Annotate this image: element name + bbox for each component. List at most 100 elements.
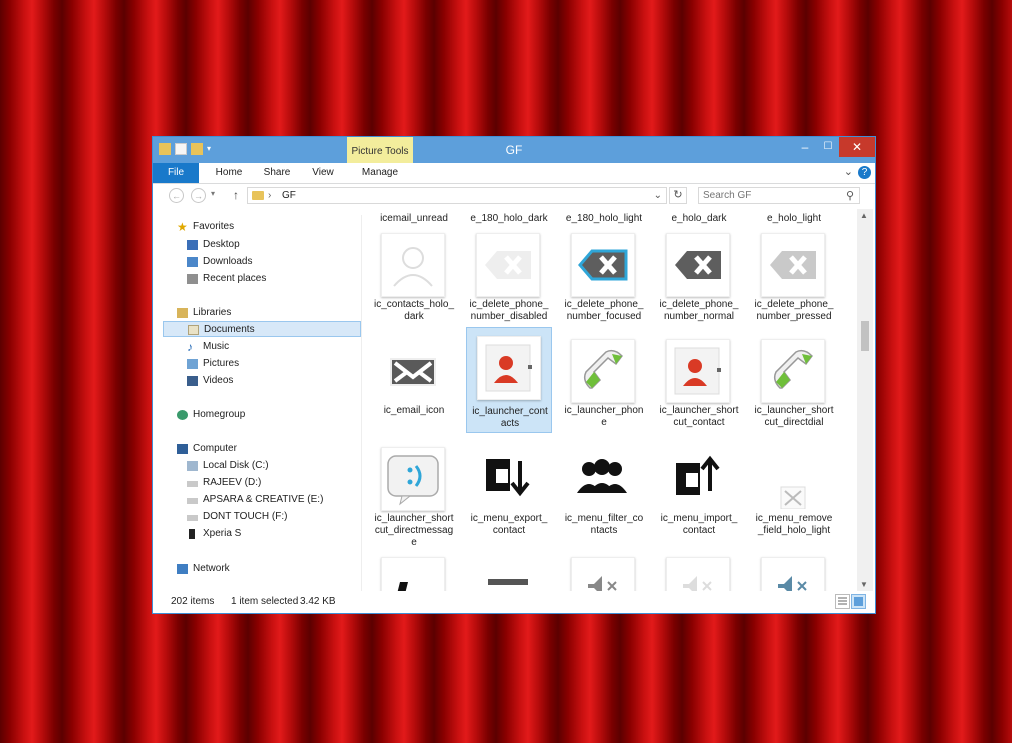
direct-message-icon xyxy=(381,447,445,511)
nav-documents[interactable]: Documents xyxy=(163,321,361,337)
file-name: ic_menu_import_ contact xyxy=(660,513,738,536)
nav-homegroup[interactable]: Homegroup xyxy=(177,407,361,423)
nav-local-disk-c[interactable]: Local Disk (C:) xyxy=(187,458,361,474)
file-name: ic_contacts_holo_ dark xyxy=(373,299,455,322)
file-item[interactable]: ic_launcher_short cut_directmessag e xyxy=(371,445,457,555)
scroll-up-icon[interactable]: ▲ xyxy=(860,211,868,220)
nav-apsara-e[interactable]: APSARA & CREATIVE (E:) xyxy=(187,492,361,508)
tab-manage[interactable]: Manage xyxy=(347,163,413,183)
nav-pictures[interactable]: Pictures xyxy=(187,356,361,372)
back-button[interactable]: ← xyxy=(169,188,184,203)
export-contact-icon xyxy=(476,447,540,511)
nav-favorites[interactable]: ★ Favorites xyxy=(177,219,361,235)
search-box[interactable]: ⚲ xyxy=(698,187,860,204)
file-item[interactable]: ic_menu_import_ contact xyxy=(656,445,742,555)
file-item-selected[interactable]: ic_launcher_cont acts xyxy=(466,327,552,433)
minimize-button[interactable]: – xyxy=(793,137,817,157)
refresh-button[interactable]: ↻ xyxy=(669,187,687,204)
file-item[interactable]: ic_delete_phone_ number_normal xyxy=(656,231,742,327)
file-item[interactable]: ic_delete_phone_ number_disabled xyxy=(466,231,552,327)
desktop-background: { "window": { "title": "GF", "contextual… xyxy=(0,0,1012,743)
address-bar: ← → ▾ ↑ › GF ⌄ ↻ ⚲ xyxy=(153,184,875,208)
pane-splitter[interactable] xyxy=(361,215,362,595)
file-item[interactable]: ic_delete_phone_ number_pressed xyxy=(751,231,837,327)
scroll-down-icon[interactable]: ▼ xyxy=(860,580,868,589)
pictures-icon xyxy=(187,359,198,369)
nav-dont-touch-f[interactable]: DONT TOUCH (F:) xyxy=(187,509,361,525)
nav-music[interactable]: ♪ Music xyxy=(187,339,361,355)
tab-share[interactable]: Share xyxy=(255,163,299,183)
picture-tools-tab: Picture Tools xyxy=(347,137,413,163)
file-item[interactable] xyxy=(751,555,837,591)
nav-desktop[interactable]: Desktop xyxy=(187,237,361,253)
nav-label: Xperia S xyxy=(203,528,242,539)
nav-libraries[interactable]: Libraries xyxy=(177,305,361,321)
close-button[interactable]: ✕ xyxy=(839,137,875,157)
file-item[interactable] xyxy=(561,555,647,591)
nav-downloads[interactable]: Downloads xyxy=(187,254,361,270)
nav-rajeev-d[interactable]: RAJEEV (D:) xyxy=(187,475,361,491)
tab-home[interactable]: Home xyxy=(207,163,251,183)
file-item[interactable]: ic_launcher_short cut_directdial xyxy=(751,337,837,433)
breadcrumb-item-gf[interactable]: GF xyxy=(282,190,296,201)
libraries-icon xyxy=(177,308,188,318)
search-icon[interactable]: ⚲ xyxy=(846,189,854,202)
nav-network[interactable]: Network xyxy=(177,561,361,577)
delete-key-disabled-icon xyxy=(476,233,540,297)
file-label-partial[interactable]: e_180_holo_dark xyxy=(464,213,554,224)
file-item[interactable]: ic_launcher_phon e xyxy=(561,337,647,433)
launcher-contacts-icon xyxy=(477,336,541,400)
scroll-thumb[interactable] xyxy=(861,321,869,351)
star-icon: ★ xyxy=(177,220,188,234)
nav-videos[interactable]: Videos xyxy=(187,373,361,389)
file-name: ic_launcher_cont acts xyxy=(472,406,548,429)
file-item[interactable]: ic_delete_phone_ number_focused xyxy=(561,231,647,327)
up-button[interactable]: ↑ xyxy=(233,188,239,202)
file-label-partial[interactable]: icemail_unread xyxy=(369,213,459,224)
nav-label: Pictures xyxy=(203,358,240,369)
volume-focused-icon xyxy=(761,557,825,591)
file-name: ic_menu_filter_co ntacts xyxy=(564,513,644,536)
vertical-scrollbar[interactable]: ▲ ▼ xyxy=(857,209,873,591)
file-name: ic_email_icon xyxy=(383,405,445,416)
forward-button[interactable]: → xyxy=(191,188,206,203)
nav-recent-places[interactable]: Recent places xyxy=(187,271,361,287)
nav-xperia-s[interactable]: Xperia S xyxy=(187,526,361,542)
breadcrumb[interactable]: › GF ⌄ xyxy=(247,187,667,204)
delete-key-pressed-icon xyxy=(761,233,825,297)
file-view: icemail_unread e_180_holo_dark e_180_hol… xyxy=(363,209,857,591)
file-item[interactable]: ic_contacts_holo_ dark xyxy=(371,231,457,327)
tab-view[interactable]: View xyxy=(301,163,345,183)
file-item[interactable]: ic_menu_filter_co ntacts xyxy=(561,445,647,555)
large-icons-view-button[interactable] xyxy=(851,594,866,609)
file-name: ic_launcher_short cut_directdial xyxy=(754,405,834,428)
nav-label: RAJEEV (D:) xyxy=(203,477,262,488)
file-label-partial[interactable]: e_holo_light xyxy=(749,213,839,224)
file-item[interactable] xyxy=(371,555,457,591)
nav-label: APSARA & CREATIVE (E:) xyxy=(203,494,324,505)
file-item[interactable]: ic_menu_export_ contact xyxy=(466,445,552,555)
delete-key-normal-icon xyxy=(666,233,730,297)
address-dropdown-icon[interactable]: ⌄ xyxy=(654,190,662,201)
file-item[interactable]: ic_launcher_short cut_contact xyxy=(656,337,742,433)
details-view-button[interactable] xyxy=(835,594,850,609)
maximize-button[interactable]: ☐ xyxy=(817,137,839,157)
search-input[interactable] xyxy=(703,189,833,202)
file-item[interactable]: ic_menu_remove _field_holo_light xyxy=(751,445,837,555)
file-item[interactable] xyxy=(466,555,552,591)
email-icon xyxy=(381,339,445,403)
nav-label: Music xyxy=(203,341,230,352)
recent-locations-icon[interactable]: ▾ xyxy=(211,189,215,198)
file-item[interactable]: ic_email_icon xyxy=(371,337,457,433)
file-label-partial[interactable]: e_180_holo_light xyxy=(559,213,649,224)
explorer-window: ▾ GF Picture Tools – ☐ ✕ File Home Share… xyxy=(152,136,876,614)
import-contact-icon xyxy=(666,447,730,511)
file-item[interactable] xyxy=(656,555,742,591)
expand-ribbon-icon[interactable]: ⌄ xyxy=(844,165,853,178)
tab-file[interactable]: File xyxy=(153,163,199,183)
drive-icon xyxy=(187,461,198,471)
file-label-partial[interactable]: e_holo_dark xyxy=(654,213,744,224)
help-icon[interactable]: ? xyxy=(858,166,871,179)
bar-icon xyxy=(476,557,540,591)
nav-computer[interactable]: Computer xyxy=(177,441,361,457)
